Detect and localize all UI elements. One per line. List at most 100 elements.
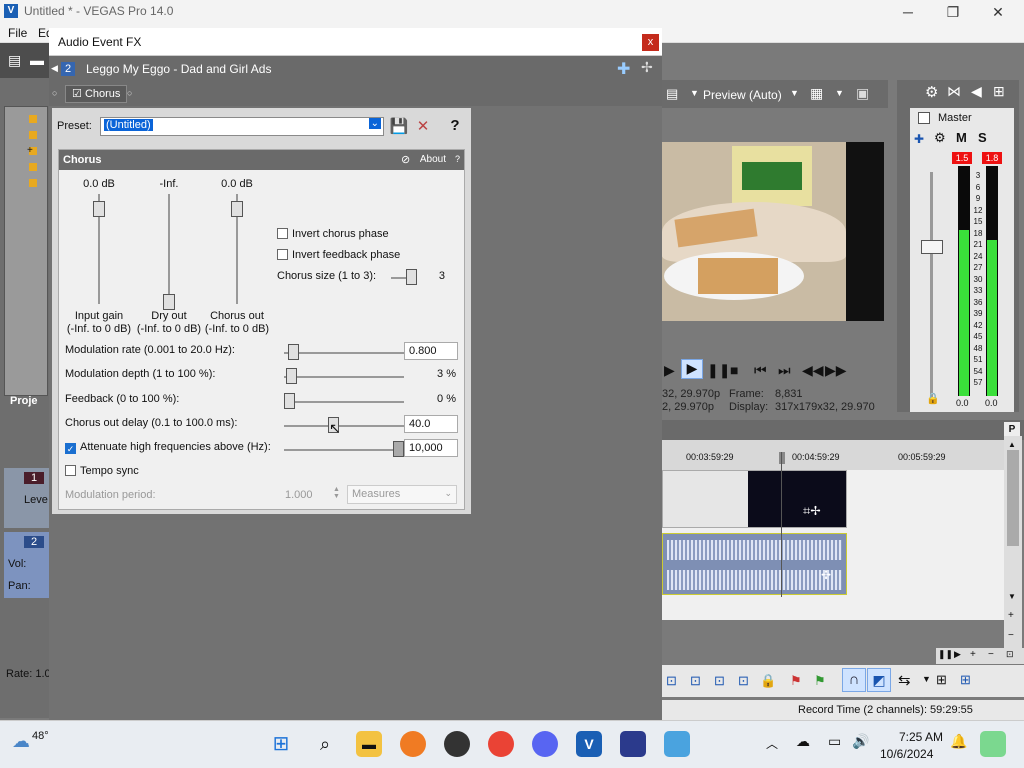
video-event[interactable]: ⌗✢	[662, 470, 847, 528]
maximize-button[interactable]: ❐	[938, 2, 968, 22]
scroll-left-icon[interactable]: ❚❚	[938, 649, 953, 660]
lock-icon[interactable]: 🔒	[926, 392, 940, 405]
solo-button[interactable]: S	[978, 130, 987, 145]
modulation-rate-knob[interactable]	[288, 344, 300, 360]
modulation-rate-input[interactable]: 0.800	[404, 342, 458, 360]
chevron-down-icon[interactable]: ▼	[922, 674, 931, 684]
envelope-tool-icon[interactable]: ⊡	[690, 673, 701, 689]
loop-icon[interactable]: ▶	[664, 362, 675, 379]
scroll-down-icon[interactable]: ▼	[1008, 592, 1016, 601]
menu-file[interactable]: File	[8, 26, 27, 40]
previous-frame-icon[interactable]: ◀◀	[802, 362, 824, 379]
chevron-down-icon[interactable]: ⌄	[368, 118, 381, 129]
help-icon[interactable]: ?	[445, 117, 465, 136]
start-icon[interactable]: ⊞	[268, 731, 294, 757]
chorus-out-slider[interactable]: 0.0 dB Chorus out (-Inf. to 0 dB)	[205, 178, 269, 335]
close-button[interactable]: ✕	[983, 2, 1013, 22]
region-icon[interactable]: ⚑	[814, 673, 826, 689]
chevron-down-icon[interactable]: ▼	[835, 88, 844, 98]
fx-dialog-close-button[interactable]: x	[642, 34, 659, 51]
notification-bell-icon[interactable]: 🔔	[950, 733, 967, 750]
audio-event[interactable]: ✢	[662, 533, 847, 595]
gear-icon[interactable]: ⚙	[925, 83, 938, 101]
weather-temperature[interactable]: 48°	[32, 730, 49, 742]
track-header-audio[interactable]: 2 Vol: Pan:	[4, 532, 50, 598]
stop-icon[interactable]: ■	[730, 362, 738, 378]
snapping-icon[interactable]: ∩	[842, 668, 866, 692]
scroll-right-icon[interactable]: ▶	[954, 649, 961, 660]
downmix-icon[interactable]: ⋈	[947, 83, 961, 100]
dim-output-icon[interactable]: ◀	[971, 83, 982, 100]
cloud-offline-icon[interactable]: ☁	[796, 733, 810, 750]
auto-crossfade-icon[interactable]: ◩	[867, 668, 891, 692]
vertical-scrollbar[interactable]: ▲ ▼ + −	[1004, 436, 1022, 648]
lock-envelopes-icon[interactable]: ⊞	[936, 672, 947, 688]
dry-out-knob[interactable]	[163, 294, 175, 310]
clock-time[interactable]: 7:25 AM	[897, 730, 943, 744]
scroll-up-icon[interactable]: ▲	[1008, 440, 1016, 449]
about-help-icon[interactable]: ?	[455, 154, 460, 164]
search-icon[interactable]: ⌕	[312, 731, 338, 757]
clock-date[interactable]: 10/6/2024	[880, 747, 933, 761]
checkbox-box[interactable]: ✓	[65, 443, 76, 454]
zoom-fit-icon[interactable]: ⊡	[1006, 649, 1014, 660]
new-file-icon[interactable]: ▤	[8, 52, 21, 69]
split-screen-icon[interactable]: ▣	[856, 85, 869, 102]
chorus-out-delay-input[interactable]: 40.0	[404, 415, 458, 433]
zoom-in-icon[interactable]: +	[970, 649, 976, 660]
vegas-pro-icon[interactable]: V	[576, 731, 602, 757]
go-to-end-icon[interactable]: ⏭	[778, 362, 791, 379]
playhead-marker[interactable]	[779, 452, 785, 464]
invert-chorus-phase-checkbox[interactable]: Invert chorus phase	[277, 228, 389, 240]
feedback-knob[interactable]	[284, 393, 295, 409]
save-preset-icon[interactable]: 💾	[389, 117, 409, 136]
timeline-ruler[interactable]: 00:03:59:29 00:04:59:29 00:05:59:29	[662, 440, 1004, 470]
group-icon[interactable]: ⊞	[960, 672, 971, 688]
chrome-icon[interactable]	[488, 731, 514, 757]
ripple-edit-icon[interactable]: ⇆	[898, 671, 911, 689]
chevron-down-icon[interactable]: ▼	[690, 88, 699, 98]
lock-icon[interactable]: 🔒	[760, 673, 776, 689]
remove-plugin-icon[interactable]: ✢	[641, 59, 653, 76]
modulation-period-value[interactable]: 1.000	[285, 489, 313, 501]
copilot-icon[interactable]	[980, 731, 1006, 757]
chevron-down-icon[interactable]: ▼	[790, 88, 799, 98]
weather-icon[interactable]: ☁	[12, 731, 30, 752]
chevron-down-icon[interactable]: ⌄	[444, 488, 452, 499]
folder-icon[interactable]	[29, 163, 37, 171]
expand-icon[interactable]: +	[27, 145, 33, 156]
speaker-icon[interactable]: 🔊	[852, 733, 869, 750]
invert-feedback-phase-checkbox[interactable]: Invert feedback phase	[277, 249, 400, 261]
zoom-out-icon[interactable]: −	[1008, 630, 1014, 641]
about-button[interactable]: About	[420, 154, 446, 165]
zoom-out-icon[interactable]: −	[988, 649, 994, 660]
input-gain-knob[interactable]	[93, 201, 105, 217]
track-header-video[interactable]: 1 Leve	[4, 468, 50, 528]
media-app-icon[interactable]	[664, 731, 690, 757]
firefox-icon[interactable]	[400, 731, 426, 757]
checkbox-box[interactable]	[277, 249, 288, 260]
gear-icon[interactable]: ⚙	[934, 130, 946, 146]
go-to-start-icon[interactable]: ⏮	[754, 362, 767, 379]
zoom-in-icon[interactable]: +	[1008, 610, 1014, 621]
spinner-icon[interactable]: ▲ ▼	[333, 486, 340, 500]
minimize-button[interactable]: ─	[893, 2, 923, 22]
open-folder-icon[interactable]: ▬	[30, 52, 44, 68]
project-media-tab[interactable]: Proje	[10, 395, 38, 407]
master-fader-knob[interactable]	[921, 240, 943, 254]
power-icon[interactable]: ⊘	[401, 153, 410, 166]
obs-icon[interactable]	[444, 731, 470, 757]
network-icon[interactable]: ▭	[828, 733, 841, 750]
modulation-depth-knob[interactable]	[286, 368, 298, 384]
plugin-chain-icon[interactable]: ✚	[617, 59, 630, 79]
discord-icon[interactable]	[532, 731, 558, 757]
checkbox-box[interactable]	[65, 465, 76, 476]
bypass-checkbox[interactable]: ☑	[72, 88, 82, 100]
scroll-thumb[interactable]	[1007, 450, 1019, 546]
mute-button[interactable]: M	[956, 130, 967, 145]
preset-dropdown[interactable]: (Untitled) ⌄	[100, 117, 384, 136]
folder-icon[interactable]	[29, 115, 37, 123]
selection-tool-icon[interactable]: ⊡	[714, 673, 725, 689]
tempo-sync-checkbox[interactable]: Tempo sync	[65, 465, 139, 477]
play-button[interactable]: ▶	[681, 359, 703, 379]
